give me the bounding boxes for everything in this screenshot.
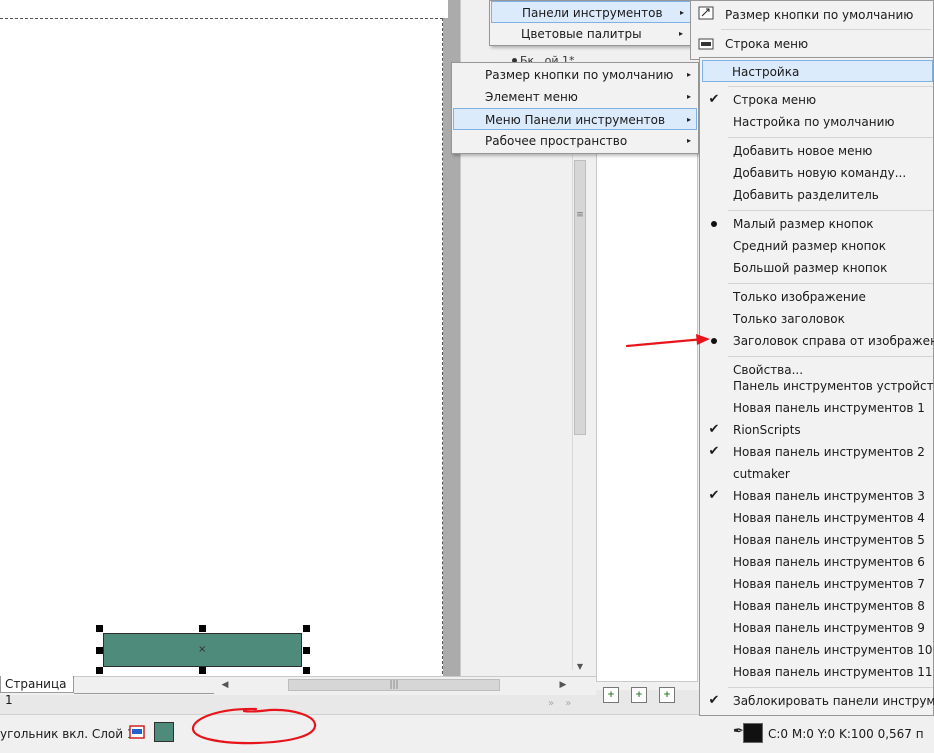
menu-item-toolbar[interactable]: Панель инструментов устройств с це: [733, 375, 934, 397]
menu-item-default-button-size[interactable]: Размер кнопки по умолчанию ▸: [453, 64, 697, 86]
scroll-right-icon[interactable]: ▶: [556, 678, 570, 692]
tab-page-1[interactable]: Страница 1: [0, 676, 74, 707]
menu-item-add-menu[interactable]: Добавить новое меню: [733, 140, 872, 162]
new-page-icon[interactable]: +: [603, 687, 619, 703]
radio-dot-icon: [711, 221, 717, 227]
menu-item-label: Настройка: [732, 65, 800, 79]
drawing-page[interactable]: [0, 18, 443, 679]
menu-item-color-palettes[interactable]: Цветовые палитры ▸: [491, 23, 693, 45]
menu-item-workspace[interactable]: Рабочее пространство ▸: [453, 130, 697, 152]
resize-icon: [698, 6, 714, 20]
submenu-arrow-icon: ▸: [687, 115, 692, 124]
scroll-down-icon[interactable]: ▼: [572, 660, 588, 674]
add-layer-icon[interactable]: +: [631, 687, 647, 703]
color-proof-icon[interactable]: [129, 724, 145, 740]
menu-item-customize[interactable]: Настройка: [702, 60, 933, 82]
customize-submenu: Размер кнопки по умолчанию ▸ Элемент мен…: [451, 62, 699, 154]
menu-item-medium-buttons[interactable]: Средний размер кнопок: [733, 235, 886, 257]
menu-separator: [721, 29, 931, 30]
menu-item-label: Панели инструментов: [522, 6, 663, 20]
menu-item-toolbar[interactable]: Новая панель инструментов 8: [733, 595, 925, 617]
menu-item-small-buttons[interactable]: Малый размер кнопок: [733, 213, 874, 235]
check-icon: ✔: [708, 444, 720, 459]
vertical-scroll-thumb[interactable]: [574, 160, 586, 435]
menu-item-toolbar[interactable]: Новая панель инструментов 4: [733, 507, 925, 529]
menu-item-menu-element[interactable]: Элемент меню ▸: [453, 86, 697, 108]
menu-item-toolbar[interactable]: Новая панель инструментов 7: [733, 573, 925, 595]
menu-item-toolbar-menu[interactable]: Меню Панели инструментов ▸: [453, 108, 697, 130]
menu-item-label: Рабочее пространство: [485, 134, 628, 148]
submenu-arrow-icon: ▸: [680, 8, 685, 17]
submenu-arrow-icon: ▸: [679, 29, 684, 38]
menu-separator: [728, 210, 933, 211]
menu-item-toolbar[interactable]: Новая панель инструментов 11: [733, 661, 933, 683]
submenu-arrow-icon: ▸: [687, 70, 692, 79]
outline-color-swatch[interactable]: [743, 723, 763, 743]
selection-handle[interactable]: [96, 625, 103, 632]
menu-separator: [728, 137, 933, 138]
fill-color-swatch[interactable]: [154, 722, 174, 742]
selection-handle[interactable]: [96, 667, 103, 674]
window-menu: Панели инструментов ▸ Цветовые палитры ▸: [489, 0, 695, 46]
scroll-grip-icon: ≡: [576, 210, 584, 220]
annotation-arrow: [626, 334, 710, 348]
menu-item-title-only[interactable]: Только заголовок: [733, 308, 845, 330]
outline-info: C:0 M:0 Y:0 K:100 0,567 п: [768, 727, 924, 741]
submenu-arrow-icon: ▸: [687, 92, 692, 101]
center-mark: ×: [198, 644, 207, 655]
menu-item-title-right-of-image[interactable]: Заголовок справа от изображения: [733, 330, 934, 352]
menu-item-menubar-top[interactable]: Строка меню: [725, 33, 808, 55]
menu-separator: [728, 86, 933, 87]
docker-panel: [596, 150, 698, 682]
toolbar-context-menu: Настройка ✔ Строка меню Настройка по умо…: [699, 57, 934, 383]
menu-item-toolbar[interactable]: Новая панель инструментов 6: [733, 551, 925, 573]
selection-handle[interactable]: [199, 625, 206, 632]
tab-strip: [74, 676, 214, 694]
menu-item-image-only[interactable]: Только изображение: [733, 286, 866, 308]
docker-nav-arrows[interactable]: » »: [548, 698, 588, 710]
scroll-left-icon[interactable]: ◀: [218, 678, 232, 692]
menu-item-toolbar[interactable]: Новая панель инструментов 10: [733, 639, 933, 661]
selection-handle[interactable]: [303, 667, 310, 674]
selection-handle[interactable]: [303, 625, 310, 632]
menu-separator: [728, 687, 933, 688]
menu-item-toolbar[interactable]: cutmaker: [733, 463, 790, 485]
selection-handle[interactable]: [199, 667, 206, 674]
menu-item-toolbars[interactable]: Панели инструментов ▸: [491, 1, 693, 23]
check-icon: ✔: [708, 488, 720, 503]
check-icon: ✔: [708, 693, 720, 708]
check-icon: ✔: [708, 422, 720, 437]
menu-item-label: Размер кнопки по умолчанию: [485, 68, 674, 82]
menu-item-label: Цветовые палитры: [521, 27, 642, 41]
object-info: угольник вкл. Слой 1: [0, 727, 135, 741]
menu-item-toolbar[interactable]: Новая панель инструментов 9: [733, 617, 925, 639]
menubar-icon: [698, 38, 714, 50]
menu-item-label: Элемент меню: [485, 90, 578, 104]
menu-item-reset-default[interactable]: Настройка по умолчанию: [733, 111, 895, 133]
button-size-menu: Размер кнопки по умолчанию Строка меню: [690, 0, 934, 60]
menu-item-large-buttons[interactable]: Большой размер кнопок: [733, 257, 887, 279]
page-top-strip: [0, 0, 448, 18]
menu-item-add-command[interactable]: Добавить новую команду...: [733, 162, 906, 184]
menu-item-toolbar[interactable]: Новая панель инструментов 5: [733, 529, 925, 551]
horizontal-scroll-thumb[interactable]: |||: [288, 679, 500, 691]
selection-handle[interactable]: [96, 647, 103, 654]
menu-item-toolbar[interactable]: RionScripts: [733, 419, 801, 441]
check-icon: ✔: [708, 92, 720, 107]
menu-item-toolbar[interactable]: Новая панель инструментов 3: [733, 485, 925, 507]
menu-item-toolbar[interactable]: Новая панель инструментов 1: [733, 397, 925, 419]
toolbars-list-menu: Панель инструментов устройств с це Новая…: [699, 379, 934, 716]
menu-separator: [728, 283, 933, 284]
menu-item-add-separator[interactable]: Добавить разделитель: [733, 184, 879, 206]
annotation-ellipse: [191, 707, 317, 745]
menu-item-lock-toolbars[interactable]: Заблокировать панели инструменто: [733, 690, 934, 712]
selection-handle[interactable]: [303, 647, 310, 654]
menu-item-default-button-size-top[interactable]: Размер кнопки по умолчанию: [725, 4, 913, 26]
menu-separator: [728, 356, 933, 357]
menu-item-menubar[interactable]: Строка меню: [733, 89, 816, 111]
submenu-arrow-icon: ▸: [687, 136, 692, 145]
add-master-layer-icon[interactable]: +: [659, 687, 675, 703]
menu-item-label: Меню Панели инструментов: [485, 113, 666, 127]
menu-item-toolbar[interactable]: Новая панель инструментов 2: [733, 441, 925, 463]
